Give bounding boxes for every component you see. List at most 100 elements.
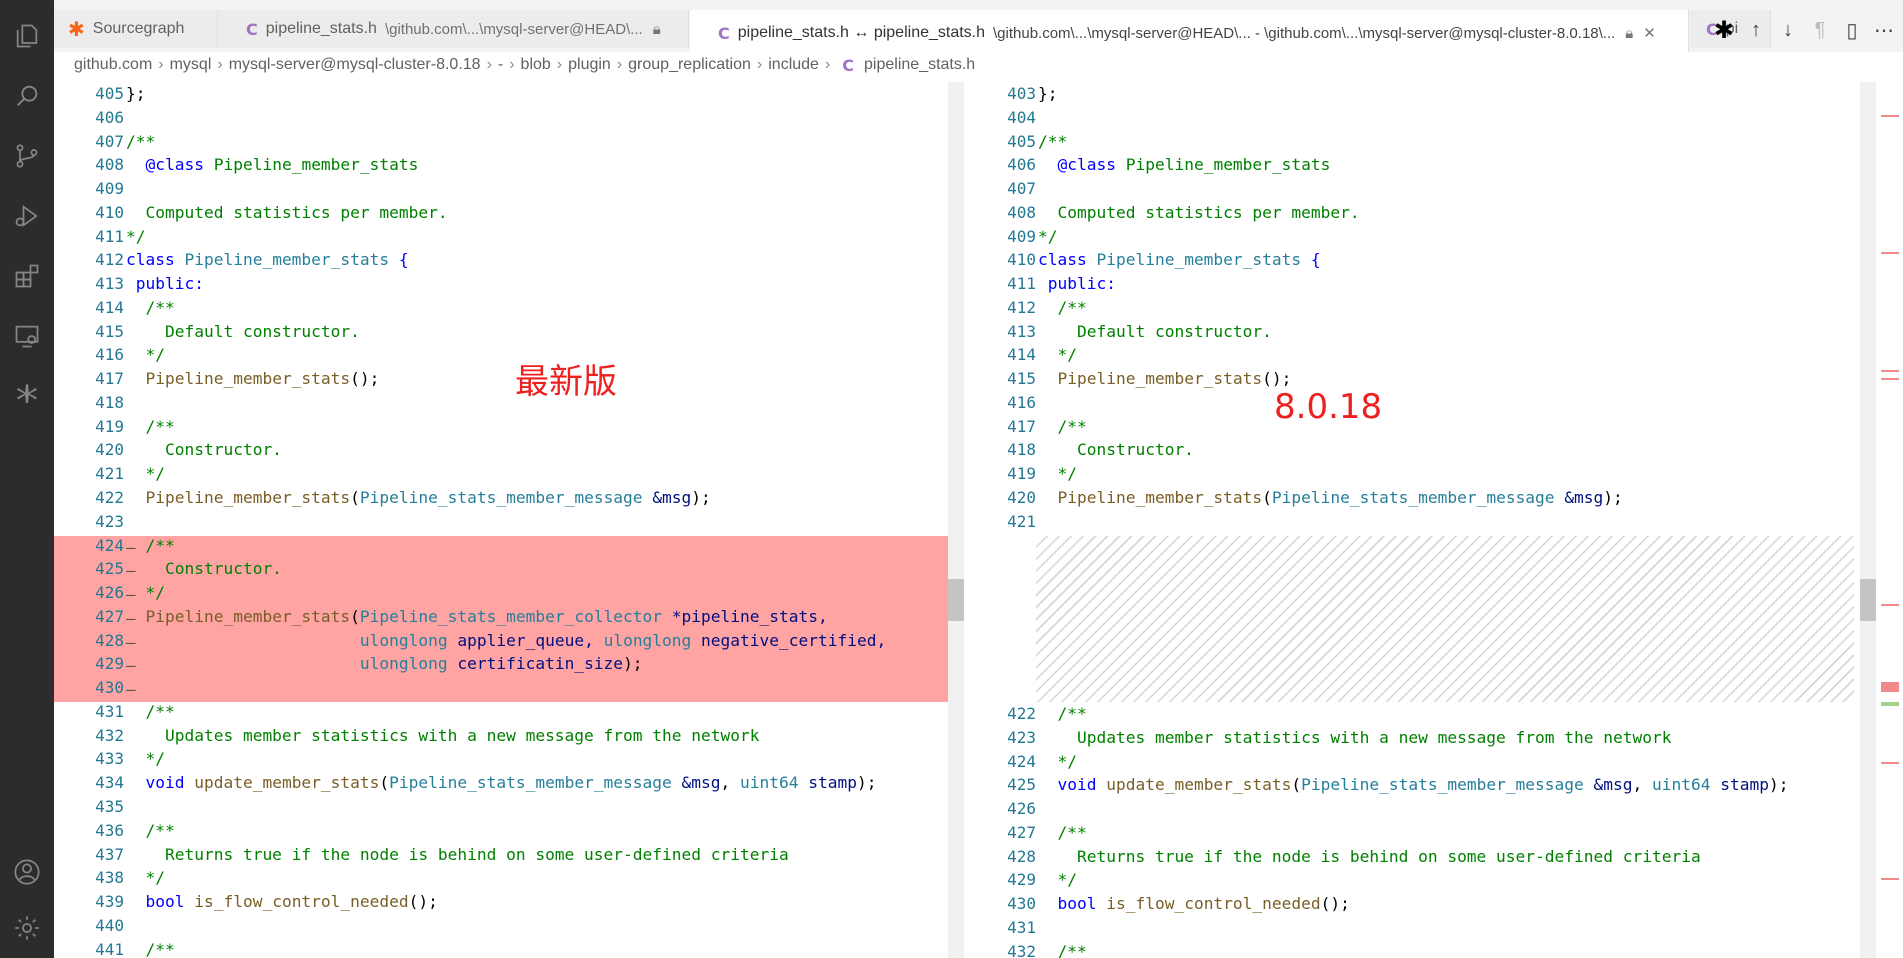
code-line: Updates member statistics with a new mes… xyxy=(164,725,760,745)
line-number: 438 xyxy=(95,868,124,888)
line-number: 406 xyxy=(1007,155,1036,175)
line-number: 432 xyxy=(95,725,124,745)
breadcrumb-item[interactable]: plugin xyxy=(568,56,611,74)
line-number: 430 xyxy=(95,678,124,698)
tab-diff-pipeline-stats[interactable]: C pipeline_stats.h ↔ pipeline_stats.h \g… xyxy=(690,10,1689,56)
sourcegraph-action-icon[interactable]: ✱ xyxy=(1708,16,1740,44)
more-actions-icon[interactable]: ⋯ xyxy=(1868,16,1900,44)
line-number: 408 xyxy=(95,155,124,175)
annotation-version: 8.0.18 xyxy=(1274,387,1383,427)
code-line: void update_member_stats(Pipeline_stats_… xyxy=(145,773,877,793)
chevron-right-icon: › xyxy=(509,56,515,73)
tab-label: pipeline_stats.h xyxy=(265,20,377,37)
sourcegraph-icon[interactable] xyxy=(0,372,54,420)
breadcrumb-item[interactable]: group_replication xyxy=(628,56,751,74)
chevron-right-icon: › xyxy=(158,56,164,73)
line-number: 431 xyxy=(1007,917,1036,937)
arrow-up-icon[interactable]: ↑ xyxy=(1740,16,1772,44)
gear-icon[interactable] xyxy=(0,904,54,952)
sourcegraph-logo-icon: ✱ xyxy=(68,18,85,41)
line-number: 427 xyxy=(95,606,124,626)
overview-ruler[interactable] xyxy=(1878,82,1903,958)
left-scrollbar-thumb[interactable] xyxy=(948,579,964,621)
line-number: 417 xyxy=(1007,416,1036,436)
tab-pipeline-stats-head[interactable]: C pipeline_stats.h \github.com\...\mysql… xyxy=(218,10,689,48)
code-line-removed: */ xyxy=(145,583,166,603)
tab-label: Sourcegraph xyxy=(92,20,185,37)
diff-left-pane[interactable]: 405 406 407 408 409 410 411 412 413 414 … xyxy=(54,82,964,958)
line-number: 405 xyxy=(95,84,124,103)
code-line: /** xyxy=(1057,704,1087,723)
code-line: Constructor. xyxy=(164,440,282,460)
extensions-icon[interactable] xyxy=(0,252,54,300)
code-line: */ xyxy=(145,749,166,769)
code-line: /** xyxy=(145,820,175,840)
diff-marker xyxy=(1881,604,1899,606)
diff-marker xyxy=(1881,370,1899,372)
diff-marker xyxy=(1881,252,1899,254)
close-icon[interactable]: ✕ xyxy=(1643,24,1656,42)
line-number: 413 xyxy=(1007,321,1036,341)
diff-marker xyxy=(1881,878,1899,880)
breadcrumb-item[interactable]: blob xyxy=(521,56,551,74)
code-line-removed: /** xyxy=(145,535,175,555)
code-line: */ xyxy=(145,868,166,888)
source-control-icon[interactable] xyxy=(0,132,54,180)
right-scrollbar[interactable] xyxy=(1860,82,1876,958)
line-number: 414 xyxy=(1007,345,1036,365)
pilcrow-icon[interactable]: ¶ xyxy=(1804,16,1836,44)
code-line: /** xyxy=(1057,297,1087,317)
code-line: /** xyxy=(1038,131,1068,151)
code-line: */ xyxy=(1057,870,1078,890)
code-line: /** xyxy=(1057,941,1087,958)
search-icon[interactable] xyxy=(0,72,54,120)
line-number: 407 xyxy=(95,131,124,151)
tab-description: \github.com\...\mysql-server@HEAD\... - … xyxy=(993,24,1616,42)
tab-sourcegraph[interactable]: ✱ Sourcegraph xyxy=(54,10,218,48)
code-line: /** xyxy=(145,701,175,721)
line-number: 422 xyxy=(95,488,124,508)
line-number: 403 xyxy=(1007,84,1036,103)
left-scrollbar[interactable] xyxy=(948,82,964,958)
arrow-down-icon[interactable]: ↓ xyxy=(1772,16,1804,44)
line-number: 418 xyxy=(1007,440,1036,460)
line-number: 435 xyxy=(95,796,124,816)
breadcrumb-item[interactable]: pipeline_stats.h xyxy=(864,56,975,74)
code-line: }; xyxy=(1038,84,1058,103)
run-debug-icon[interactable] xyxy=(0,192,54,240)
code-line: class Pipeline_member_stats { xyxy=(1038,250,1321,270)
line-number: 410 xyxy=(95,202,124,222)
lock-icon: 🔒︎ xyxy=(652,20,661,38)
breadcrumb-item[interactable]: include xyxy=(768,56,819,74)
breadcrumb-item[interactable]: mysql xyxy=(170,56,212,74)
line-number: 433 xyxy=(95,749,124,769)
code-line: Pipeline_member_stats(); xyxy=(145,369,380,389)
code-line: /** xyxy=(145,939,175,958)
line-number: 422 xyxy=(1007,704,1036,723)
line-number: 436 xyxy=(95,820,124,840)
annotation-latest: 最新版 xyxy=(515,362,617,402)
line-number: 429 xyxy=(1007,870,1036,890)
chevron-right-icon: › xyxy=(217,56,223,73)
line-number: 425 xyxy=(1007,775,1036,795)
breadcrumb-item[interactable]: github.com xyxy=(74,56,152,74)
line-number: 411 xyxy=(1007,274,1036,294)
code-line: Computed statistics per member. xyxy=(1057,202,1360,222)
diff-right-pane[interactable]: 403 404 405 406 407 408 409 410 411 412 … xyxy=(966,82,1854,958)
explorer-icon[interactable] xyxy=(0,12,54,60)
diff-marker xyxy=(1881,682,1899,692)
code-line: Computed statistics per member. xyxy=(145,202,448,222)
right-scrollbar-thumb[interactable] xyxy=(1860,579,1876,621)
code-line-removed: ulonglong applier_queue, ulonglong negat… xyxy=(359,630,887,650)
remote-explorer-icon[interactable] xyxy=(0,312,54,360)
account-icon[interactable] xyxy=(0,848,54,896)
code-line: public: xyxy=(135,274,204,294)
split-editor-icon[interactable]: ▯ xyxy=(1836,16,1868,44)
code-line: bool is_flow_control_needed(); xyxy=(1057,894,1350,914)
breadcrumb-item[interactable]: - xyxy=(498,56,503,74)
line-number: 416 xyxy=(95,345,124,365)
breadcrumb-item[interactable]: mysql-server@mysql-cluster-8.0.18 xyxy=(229,56,481,74)
